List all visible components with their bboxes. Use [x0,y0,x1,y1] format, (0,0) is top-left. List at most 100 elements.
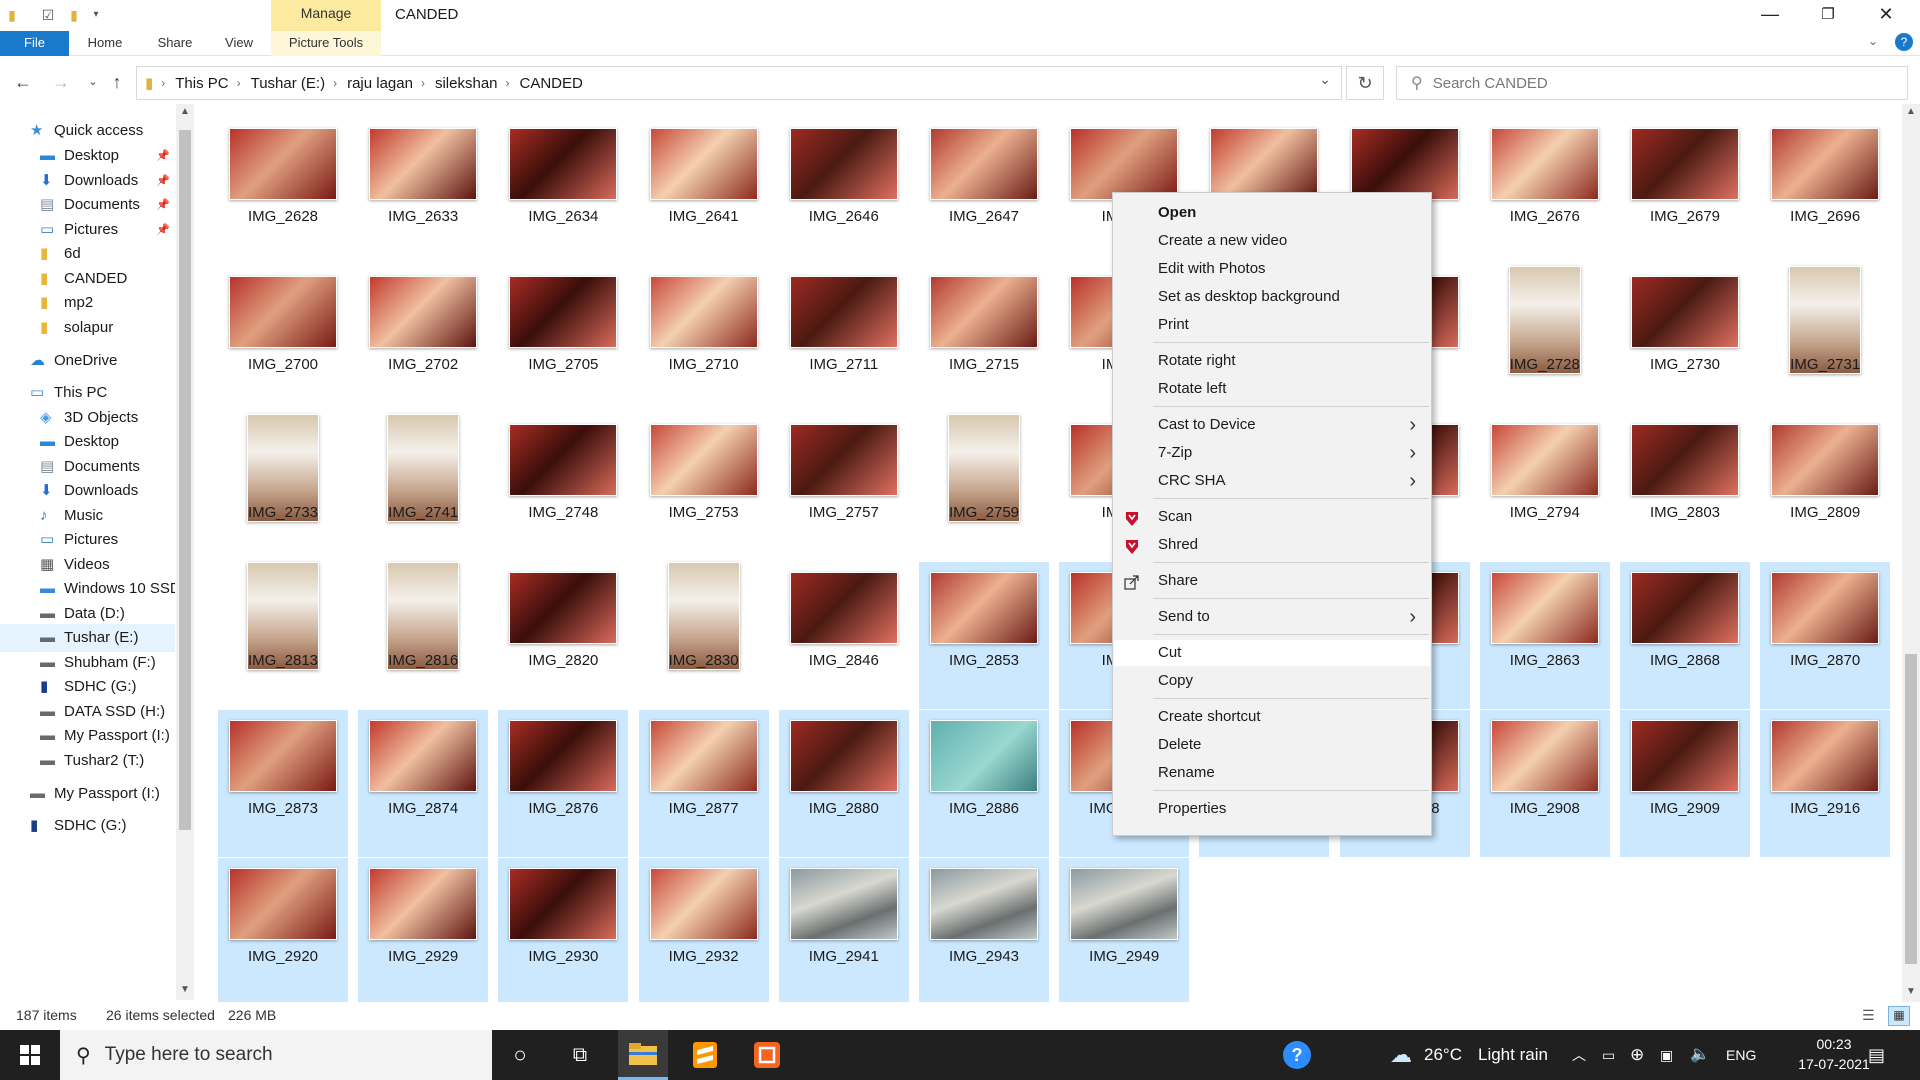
file-tile[interactable]: IMG_2628 [218,118,348,265]
file-tile[interactable]: IMG_2641 [639,118,769,265]
nav-item[interactable]: ★ Quick access [0,117,175,145]
nav-item[interactable]: ▤ Documents 📌 [0,191,175,219]
file-tile[interactable]: IMG_2731 [1760,266,1890,413]
content-scrollbar[interactable]: ▲ ▼ [1902,104,1920,1002]
file-tile[interactable]: IMG_2757 [779,414,909,561]
menu-item[interactable]: Create shortcut [1114,704,1430,730]
file-tile[interactable]: IMG_2909 [1620,710,1750,857]
menu-item[interactable]: Rotate right [1114,348,1430,374]
nav-item[interactable]: ▬ Windows 10 SSD [0,575,175,603]
menu-item[interactable]: Edit with Photos [1114,256,1430,282]
close-button[interactable]: ✕ [1857,0,1915,31]
breadcrumb-silekshan[interactable]: silekshan [435,75,498,92]
file-tile[interactable]: IMG_2759 [919,414,1049,561]
nav-item[interactable]: ▬ My Passport (I:) [0,780,175,808]
file-tile[interactable]: IMG_2741 [358,414,488,561]
scroll-up-icon[interactable]: ▲ [1906,106,1916,117]
volume-icon[interactable]: 🔈 [1690,1030,1710,1080]
file-tile[interactable]: IMG_2702 [358,266,488,413]
pin-icon[interactable]: 📌 [156,142,170,170]
file-tile[interactable]: IMG_2710 [639,266,769,413]
scroll-down-icon[interactable]: ▼ [1906,986,1916,997]
customize-qat-icon[interactable]: ▾ [86,5,106,25]
file-tile[interactable]: IMG_2733 [218,414,348,561]
file-tile[interactable]: IMG_2853 [919,562,1049,709]
file-tile[interactable]: IMG_2705 [498,266,628,413]
nav-scroll-thumb[interactable] [179,130,191,830]
menu-item[interactable]: Scan [1114,504,1430,530]
file-tile[interactable]: IMG_2941 [778,858,909,1002]
battery-icon[interactable]: ▭ [1602,1030,1615,1080]
file-tile[interactable]: IMG_2830 [639,562,769,709]
language-indicator[interactable]: ENG [1726,1030,1756,1080]
file-tile[interactable]: IMG_2820 [498,562,628,709]
menu-item[interactable]: Rotate left [1114,376,1430,402]
menu-item[interactable]: Copy [1114,668,1430,694]
file-tile[interactable]: IMG_2920 [218,858,348,1002]
nav-item[interactable]: ▮ 6d [0,240,175,268]
nav-item[interactable]: ▮ SDHC (G:) [0,673,175,701]
file-tile[interactable]: IMG_2730 [1620,266,1750,413]
file-tile[interactable]: IMG_2634 [498,118,628,265]
nav-item[interactable]: ⬇ Downloads [0,477,175,505]
nav-item[interactable]: ▮ solapur [0,314,175,342]
help-tray-icon[interactable]: ? [1272,1030,1322,1080]
nav-item[interactable]: ▬ My Passport (I:) [0,722,175,750]
file-tile[interactable]: IMG_2870 [1760,562,1891,709]
tab-view[interactable]: View [214,31,264,56]
file-tile[interactable]: IMG_2748 [498,414,628,561]
breadcrumb-canded[interactable]: CANDED [520,75,583,92]
file-tile[interactable]: IMG_2633 [358,118,488,265]
large-icons-view-icon[interactable]: ▦ [1888,1006,1910,1026]
address-dropdown-icon[interactable]: ⌄ [1319,71,1331,88]
menu-item[interactable]: Set as desktop background [1114,284,1430,310]
pin-icon[interactable]: 📌 [156,191,170,219]
file-tile[interactable]: IMG_2813 [218,562,348,709]
minimize-button[interactable]: — [1741,0,1799,31]
security-tray-icon[interactable]: ▣ [1660,1030,1673,1080]
tab-file[interactable]: File [0,31,69,56]
manage-tab[interactable]: Manage [271,0,381,31]
file-tile[interactable]: IMG_2916 [1760,710,1891,857]
menu-item[interactable]: Print [1114,312,1430,338]
tab-share[interactable]: Share [150,31,200,56]
file-tile[interactable]: IMG_2715 [919,266,1049,413]
file-tile[interactable]: IMG_2803 [1620,414,1750,561]
weather-temp[interactable]: 26°C [1424,1030,1462,1080]
notifications-icon[interactable]: ▤ [1868,1030,1885,1080]
nav-item[interactable]: ▮ SDHC (G:) [0,812,175,840]
file-tile[interactable]: IMG_2868 [1620,562,1750,709]
file-tile[interactable]: IMG_2874 [358,710,489,857]
search-input[interactable]: ⚲ Search CANDED [1396,66,1908,100]
menu-item[interactable]: Rename [1114,760,1430,786]
file-tile[interactable]: IMG_2949 [1059,858,1190,1002]
sublime-text-icon[interactable] [680,1030,730,1080]
nav-item[interactable]: ▬ Tushar2 (T:) [0,747,175,775]
breadcrumb-this-pc[interactable]: This PC [175,75,228,92]
file-tile[interactable]: IMG_2908 [1479,710,1610,857]
file-tile[interactable]: IMG_2886 [919,710,1049,857]
file-tile[interactable]: IMG_2930 [498,858,629,1002]
weather-condition[interactable]: Light rain [1478,1030,1548,1080]
help-icon[interactable]: ? [1895,33,1913,51]
file-tile[interactable]: IMG_2728 [1480,266,1610,413]
file-tile[interactable]: IMG_2711 [779,266,909,413]
forward-button[interactable]: → [48,70,74,96]
weather-cloud-icon[interactable]: ☁ [1390,1030,1412,1080]
file-tile[interactable]: IMG_2809 [1760,414,1890,561]
file-tile[interactable]: IMG_2676 [1480,118,1610,265]
file-tile[interactable]: IMG_2753 [639,414,769,561]
up-button[interactable]: ↑ [104,70,130,96]
tab-picture-tools[interactable]: Picture Tools [271,31,381,56]
file-tile[interactable]: IMG_2816 [358,562,488,709]
chevron-up-icon[interactable]: ︿ [1572,1030,1586,1080]
menu-item[interactable]: Share [1114,568,1430,594]
file-tile[interactable]: IMG_2877 [638,710,769,857]
file-tile[interactable]: IMG_2929 [358,858,489,1002]
menu-item[interactable]: 7-Zip › [1114,440,1430,466]
scroll-up-icon[interactable]: ▲ [180,106,190,117]
file-tile[interactable]: IMG_2679 [1620,118,1750,265]
new-folder-icon[interactable]: ▮ [64,5,84,25]
file-tile[interactable]: IMG_2700 [218,266,348,413]
nav-item[interactable]: ▬ Desktop [0,428,175,456]
